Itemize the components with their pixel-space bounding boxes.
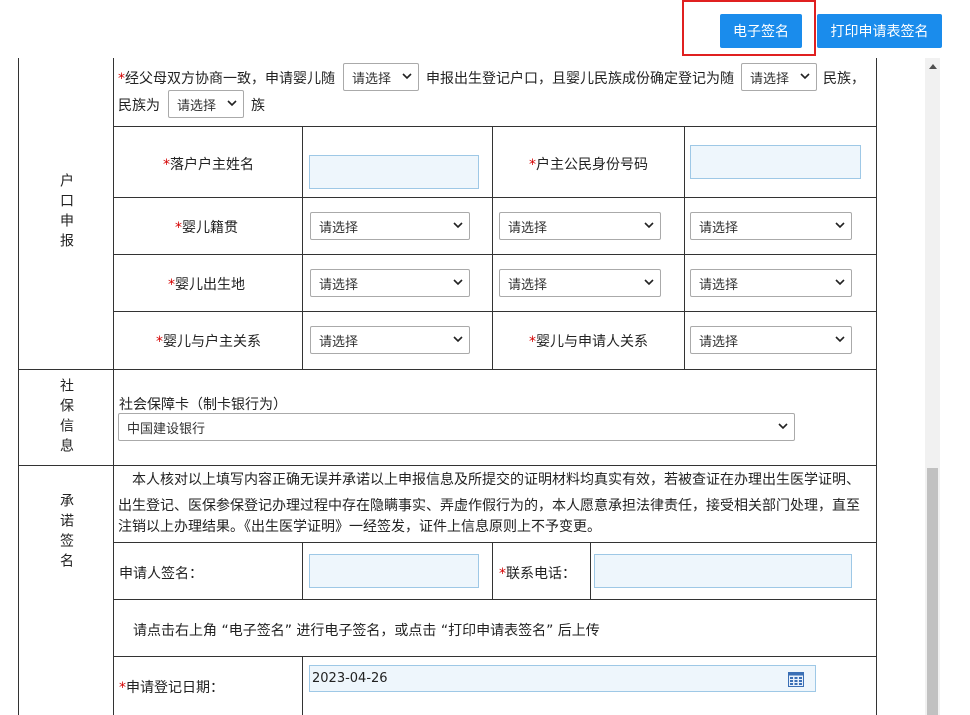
section-label-social: 社保信息: [58, 378, 74, 458]
chevron-down-icon: [835, 336, 845, 343]
sign-instruction: 请点击右上角 “电子签名” 进行电子签名，或点击 “打印申请表签名” 后上传: [133, 623, 600, 639]
phone-label: *联系电话：: [499, 566, 576, 582]
birthplace-city-select[interactable]: 请选择: [499, 269, 661, 297]
scroll-up-arrow-icon[interactable]: [925, 58, 940, 74]
table-row-divider: [18, 465, 877, 466]
table-row-divider: [113, 197, 877, 198]
date-label: *申请登记日期：: [119, 680, 224, 696]
ethnic-suffix-label: 族: [251, 98, 265, 114]
vertical-scrollbar[interactable]: [925, 58, 940, 715]
bank-select[interactable]: 中国建设银行: [118, 413, 795, 441]
applicant-sign-label: 申请人签名：: [119, 566, 203, 582]
head-name-input[interactable]: [309, 155, 479, 189]
date-input[interactable]: 2023-04-26: [309, 665, 816, 692]
chevron-down-icon: [835, 279, 845, 286]
table-border-inner: [590, 542, 591, 599]
esign-highlight-box: [682, 0, 816, 56]
chevron-down-icon: [835, 222, 845, 229]
ethnicity-select[interactable]: 请选择: [168, 90, 244, 118]
relation-head-label: *婴儿与户主关系: [156, 334, 261, 350]
chevron-down-icon: [227, 100, 237, 107]
scrollbar-thumb[interactable]: [927, 468, 938, 715]
table-border-inner: [302, 656, 303, 715]
pledge-line-2: 出生登记、医保参保登记办理过程中存在隐瞒事实、弄虚作假行为的，本人愿意承担法律责…: [118, 498, 860, 514]
follow-parent-select[interactable]: 请选择: [343, 63, 419, 91]
table-border-inner: [302, 126, 303, 369]
table-border-right: [876, 58, 877, 715]
chevron-down-icon: [453, 222, 463, 229]
ethnic-prefix-label: 民族为: [118, 98, 160, 114]
calendar-icon[interactable]: [788, 671, 804, 687]
table-row-divider: [113, 542, 877, 543]
chevron-down-icon: [453, 336, 463, 343]
household-intro-text: *经父母双方协商一致，申请婴儿随: [118, 71, 335, 87]
section-label-pledge: 承诺签名: [58, 493, 74, 573]
table-row-divider: [113, 311, 877, 312]
birthplace-province-select[interactable]: 请选择: [310, 269, 470, 297]
top-toolbar: 电子签名 打印申请表签名: [0, 0, 970, 60]
table-border-inner: [492, 542, 493, 599]
date-value: 2023-04-26: [312, 671, 388, 686]
table-border-inner: [492, 126, 493, 369]
table-row-divider: [113, 254, 877, 255]
chevron-down-icon: [453, 279, 463, 286]
head-name-label: *落户户主姓名: [163, 157, 254, 173]
household-intro-mid: 申报出生登记户口，且婴儿民族成份确定登记为随: [426, 71, 734, 87]
print-sign-button[interactable]: 打印申请表签名: [817, 14, 942, 48]
applicant-sign-input[interactable]: [309, 554, 479, 588]
form-scroll-area: 户口申报 社保信息 承诺签名 *经父母双方协商一致，申请婴儿随 请选择 申报出生…: [0, 58, 925, 715]
native-place-district-select[interactable]: 请选择: [690, 212, 852, 240]
chevron-down-icon: [402, 73, 412, 80]
chevron-down-icon: [778, 423, 788, 430]
table-border-label-col: [113, 58, 114, 715]
table-border-inner: [302, 542, 303, 599]
table-border-inner: [684, 126, 685, 369]
table-border-left: [18, 58, 19, 715]
relation-head-select[interactable]: 请选择: [310, 326, 470, 354]
chevron-down-icon: [644, 279, 654, 286]
table-row-divider: [113, 599, 877, 600]
pledge-line-1: 本人核对以上填写内容正确无误并承诺以上申报信息及所提交的证明材料均真实有效，若被…: [132, 472, 860, 488]
native-place-province-select[interactable]: 请选择: [310, 212, 470, 240]
phone-input[interactable]: [594, 554, 852, 588]
ethnicity-follow-select[interactable]: 请选择: [741, 63, 817, 91]
native-place-city-select[interactable]: 请选择: [499, 212, 661, 240]
chevron-down-icon: [644, 222, 654, 229]
pledge-line-3: 注销以上办理结果。《出生医学证明》一经签发，证件上信息原则上不予变更。: [118, 519, 601, 535]
chevron-down-icon: [800, 73, 810, 80]
head-id-input[interactable]: [690, 145, 861, 179]
table-row-divider: [18, 369, 877, 370]
social-card-label: 社会保障卡（制卡银行为）: [119, 397, 287, 413]
section-label-household: 户口申报: [58, 173, 74, 253]
relation-applicant-label: *婴儿与申请人关系: [529, 334, 648, 350]
native-place-label: *婴儿籍贯: [175, 220, 238, 236]
head-id-label: *户主公民身份号码: [529, 157, 648, 173]
birthplace-label: *婴儿出生地: [168, 277, 245, 293]
birthplace-district-select[interactable]: 请选择: [690, 269, 852, 297]
table-row-divider: [113, 656, 877, 657]
table-row-divider: [113, 126, 877, 127]
household-intro-post: 民族，: [823, 71, 865, 87]
relation-applicant-select[interactable]: 请选择: [690, 326, 852, 354]
